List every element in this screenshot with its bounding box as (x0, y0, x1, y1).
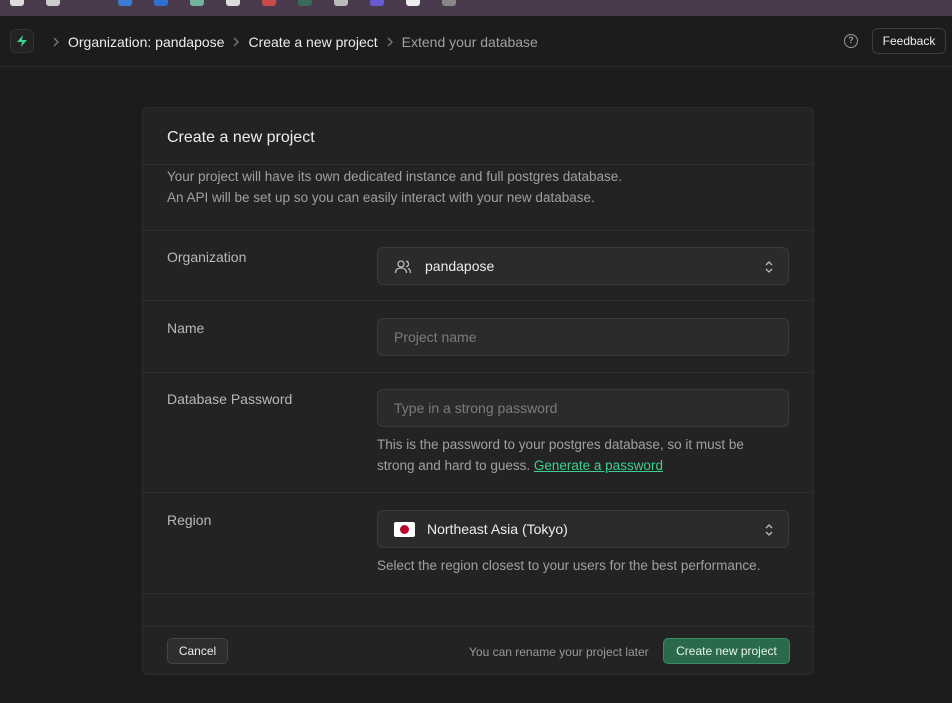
help-icon[interactable]: ? (844, 34, 858, 48)
app-icon (406, 0, 420, 6)
password-help-line2: strong and hard to guess. (377, 458, 531, 473)
chevron-right-icon (224, 37, 248, 47)
app-icon (298, 0, 312, 6)
app-icon (190, 0, 204, 6)
chevron-up-down-icon (765, 524, 773, 536)
database-password-label: Database Password (167, 391, 293, 407)
breadcrumb-organization[interactable]: Organization: pandapose (68, 34, 224, 50)
app-icon (262, 0, 276, 6)
description-line: Your project will have its own dedicated… (167, 169, 623, 184)
page-title: Create a new project (167, 129, 315, 146)
supabase-logo-icon[interactable] (10, 29, 34, 53)
region-select[interactable]: Northeast Asia (Tokyo) (377, 510, 789, 548)
rename-note: You can rename your project later (469, 645, 649, 659)
divider (143, 492, 813, 493)
app-icon (370, 0, 384, 6)
divider (143, 593, 813, 594)
chevron-up-down-icon (765, 261, 773, 273)
description-line: An API will be set up so you can easily … (167, 190, 595, 205)
japan-flag-icon (394, 522, 415, 537)
region-value: Northeast Asia (Tokyo) (427, 521, 568, 537)
app-icon (334, 0, 348, 6)
divider (143, 164, 813, 165)
generate-password-link[interactable]: Generate a password (534, 458, 663, 473)
region-label: Region (167, 512, 212, 528)
os-menu-strip (0, 0, 952, 16)
chevron-right-icon (378, 37, 402, 47)
project-name-field[interactable] (377, 318, 789, 356)
app-icon (10, 0, 24, 6)
divider (143, 626, 813, 627)
breadcrumb-extend-database[interactable]: Extend your database (402, 34, 538, 50)
app-icon (46, 0, 60, 6)
form-description: Your project will have its own dedicated… (167, 166, 622, 208)
divider (143, 230, 813, 231)
organization-select[interactable]: pandapose (377, 247, 789, 285)
breadcrumb-create-project[interactable]: Create a new project (248, 34, 377, 50)
database-password-input[interactable] (378, 390, 788, 426)
top-navigation-bar: Organization: pandapose Create a new pro… (0, 16, 952, 67)
name-label: Name (167, 320, 205, 336)
app-icon (118, 0, 132, 6)
organization-value: pandapose (425, 258, 495, 274)
password-help-line: strong and hard to guess. Generate a pas… (377, 455, 744, 476)
feedback-button[interactable]: Feedback (872, 28, 946, 54)
app-icon (154, 0, 168, 6)
app-icon (442, 0, 456, 6)
breadcrumb: Organization: pandapose Create a new pro… (44, 16, 538, 67)
cancel-button[interactable]: Cancel (167, 638, 228, 664)
create-project-card: Create a new project Your project will h… (142, 107, 814, 675)
project-name-input[interactable] (378, 319, 788, 355)
database-password-field[interactable] (377, 389, 789, 427)
divider (143, 300, 813, 301)
create-project-button[interactable]: Create new project (663, 638, 790, 664)
users-icon (394, 260, 412, 274)
divider (143, 372, 813, 373)
app-icon (226, 0, 240, 6)
chevron-right-icon (44, 37, 68, 47)
region-help-text: Select the region closest to your users … (377, 558, 761, 573)
password-help-line: This is the password to your postgres da… (377, 437, 744, 452)
organization-label: Organization (167, 249, 247, 265)
password-help-text: This is the password to your postgres da… (377, 434, 744, 476)
